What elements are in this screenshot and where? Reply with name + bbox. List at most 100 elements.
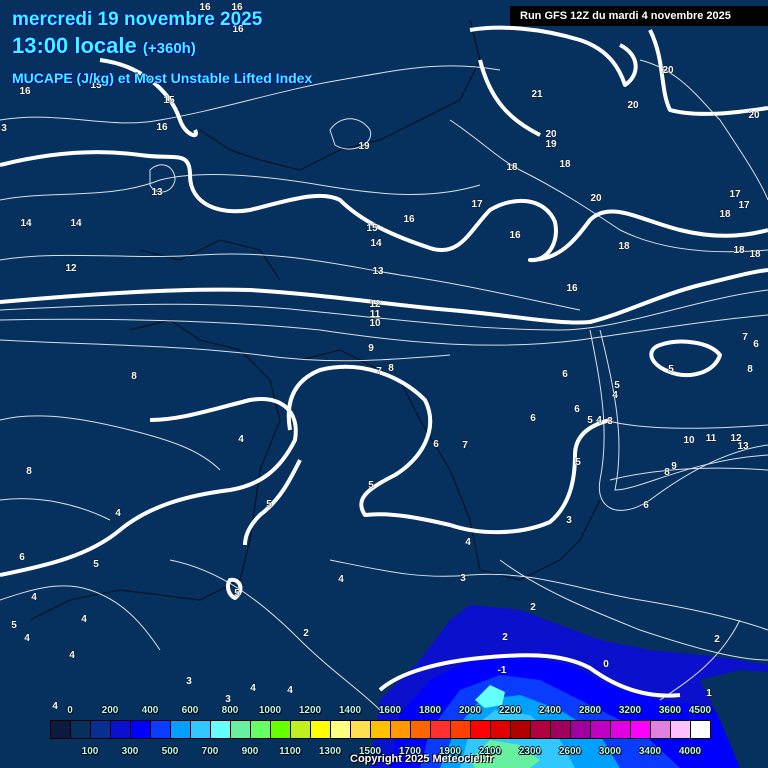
thick-contours — [0, 25, 768, 698]
contour-label: 18 — [618, 241, 630, 252]
legend-top-label: 1000 — [258, 705, 282, 716]
legend-swatch — [291, 721, 311, 738]
legend-swatch — [671, 721, 691, 738]
legend-swatch — [471, 721, 491, 738]
legend-bottom-label: 3400 — [638, 746, 662, 757]
contour-label: 13 — [372, 266, 384, 277]
contour-label: 2 — [714, 634, 720, 645]
legend-swatch — [71, 721, 91, 738]
contour-label: 19 — [545, 139, 557, 150]
contour-label: 4 — [287, 685, 293, 696]
local-time: 13:00 locale — [12, 33, 137, 58]
legend-swatch — [691, 721, 710, 738]
contour-label: 5 — [575, 457, 581, 468]
contour-label: 19 — [358, 141, 370, 152]
contour-label: 5 — [234, 588, 240, 599]
legend-swatch — [351, 721, 371, 738]
legend-bottom-label: 300 — [121, 746, 139, 757]
color-legend — [50, 720, 711, 739]
contour-label: 7 — [742, 332, 748, 343]
contour-label: 10 — [369, 318, 381, 329]
legend-bottom-label: 1500 — [358, 746, 382, 757]
legend-top-label: 2000 — [458, 705, 482, 716]
contour-label: 7 — [376, 366, 382, 377]
contour-label: 16 — [403, 214, 415, 225]
contour-label: 17 — [471, 199, 483, 210]
contour-label: 18 — [559, 159, 571, 170]
contour-label: 2 — [502, 632, 508, 643]
legend-top-label: 2800 — [578, 705, 602, 716]
legend-swatch — [211, 721, 231, 738]
contour-label: 4 — [338, 574, 344, 585]
contour-label: 5 — [587, 415, 593, 426]
contour-label: 5 — [668, 364, 674, 375]
contour-label: 6 — [574, 404, 580, 415]
legend-top-label: 600 — [181, 705, 199, 716]
contour-label: 21 — [531, 89, 543, 100]
forecast-date: mercredi 19 novembre 2025 — [12, 9, 263, 30]
legend-swatch — [571, 721, 591, 738]
contour-label: 16 — [19, 86, 31, 97]
legend-top-label: 0 — [67, 705, 73, 716]
contour-label: 5 — [11, 620, 17, 631]
contour-label: 16 — [156, 122, 168, 133]
contour-label: 8 — [747, 364, 753, 375]
legend-bottom-label: 2600 — [558, 746, 582, 757]
legend-top-label: 1800 — [418, 705, 442, 716]
contour-label: 14 — [70, 218, 82, 229]
contour-label: 4 — [612, 390, 618, 401]
thin-contours — [0, 59, 768, 711]
contour-label: 14 — [20, 218, 32, 229]
parameter-title: MUCAPE (J/kg) et Most Unstable Lifted In… — [12, 70, 313, 86]
legend-swatch — [271, 721, 291, 738]
contour-label: 0 — [603, 659, 609, 670]
contour-label: 20 — [590, 193, 602, 204]
legend-swatch — [331, 721, 351, 738]
legend-bottom-label: 1100 — [279, 746, 301, 757]
contour-label: 3 — [186, 676, 192, 687]
legend-swatch — [651, 721, 671, 738]
contour-label: 7 — [462, 440, 468, 451]
legend-bottom-label: 2300 — [518, 746, 542, 757]
legend-bottom-label: 1300 — [318, 746, 342, 757]
legend-swatch — [591, 721, 611, 738]
legend-swatch — [391, 721, 411, 738]
contour-label: 4 — [250, 683, 256, 694]
contour-label: 3 — [607, 416, 613, 427]
contour-label: 3 — [460, 573, 466, 584]
legend-swatch — [251, 721, 271, 738]
contour-label: 4 — [52, 701, 58, 712]
legend-swatch — [511, 721, 531, 738]
contour-label: 3 — [566, 515, 572, 526]
contour-label: 18 — [733, 245, 745, 256]
contour-label: 4 — [238, 434, 244, 445]
legend-top-label: 1400 — [338, 705, 362, 716]
legend-top-label: 3200 — [618, 705, 642, 716]
contour-label: 6 — [753, 339, 759, 350]
contour-label: 20 — [627, 100, 639, 111]
legend-top-label: 2400 — [538, 705, 562, 716]
legend-bottom-label: 3000 — [598, 746, 622, 757]
legend-swatch — [111, 721, 131, 738]
contour-label: 14 — [370, 238, 382, 249]
contour-label: 2 — [530, 602, 536, 613]
contour-label: 20 — [662, 65, 674, 76]
legend-top-label: 2200 — [498, 705, 522, 716]
legend-swatch — [551, 721, 571, 738]
contour-label: 5 — [368, 480, 374, 491]
contour-label: 18 — [719, 209, 731, 220]
contour-label: 12 — [65, 263, 77, 274]
contour-label: 16 — [509, 230, 521, 241]
contour-label: 6 — [530, 413, 536, 424]
legend-swatch — [51, 721, 71, 738]
contour-label: 8 — [131, 371, 137, 382]
legend-swatch — [411, 721, 431, 738]
contour-label: 6 — [19, 552, 25, 563]
legend-swatch — [531, 721, 551, 738]
contour-label: 6 — [433, 439, 439, 450]
contour-label: 16 — [566, 283, 578, 294]
legend-swatch — [431, 721, 451, 738]
legend-top-label: 800 — [221, 705, 239, 716]
contour-label: 15 — [366, 223, 378, 234]
contour-label: -1 — [498, 665, 507, 676]
